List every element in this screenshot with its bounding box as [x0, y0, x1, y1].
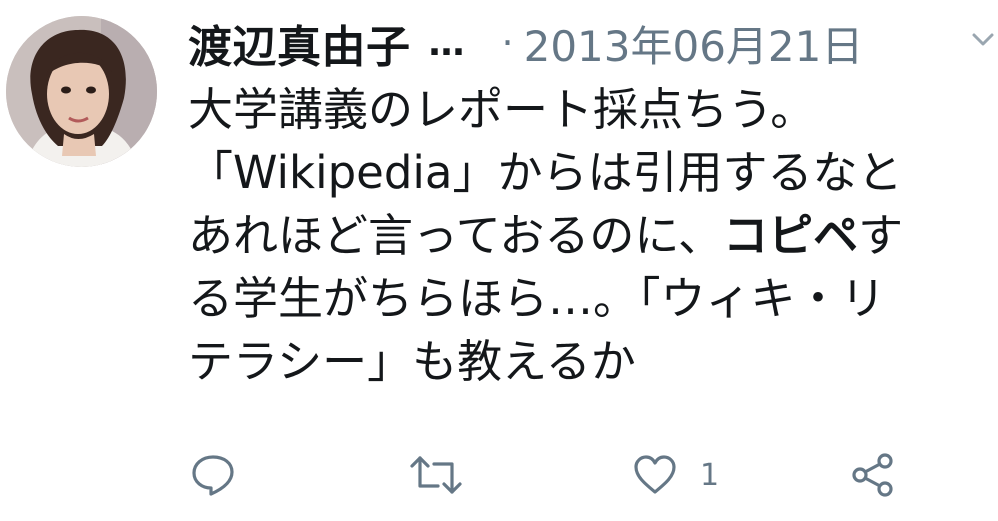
share-button[interactable] — [850, 440, 896, 510]
tweet-header: 渡辺真由子 … · 2013年06月21日 — [188, 8, 998, 78]
author-name[interactable]: 渡辺真由子 — [188, 11, 411, 75]
tweet-text-segment: あれほど言っておるのに、 — [188, 209, 724, 262]
tweet-text-line: 大学講義のレポート採点ちう。 — [188, 83, 816, 136]
share-icon — [852, 453, 893, 497]
author-truncation: … — [428, 22, 466, 64]
retweet-button[interactable] — [408, 440, 464, 510]
reply-button[interactable] — [190, 440, 236, 510]
tweet-card: 渡辺真由子 … · 2013年06月21日 大学講義のレポート採点ちう。 「Wi… — [0, 0, 998, 521]
chevron-down-icon[interactable] — [971, 30, 995, 50]
tweet-text-line: あれほど言っておるのに、コピペす — [188, 204, 998, 267]
retweet-icon — [410, 456, 462, 494]
avatar[interactable] — [6, 16, 157, 167]
reply-icon — [192, 455, 234, 496]
like-button[interactable]: 1 — [632, 440, 719, 510]
tweet-text-line: る学生がちらほら…。「ウィキ・リ — [188, 272, 886, 325]
tweet-text-bold-segment: コピペ — [723, 209, 859, 262]
tweet-actions: 1 — [0, 440, 998, 510]
separator: · — [501, 21, 514, 65]
tweet-text-line: 「Wikipedia」からは引用するなと — [188, 146, 903, 199]
tweet-text: 大学講義のレポート採点ちう。 「Wikipedia」からは引用するなと あれほど… — [188, 78, 998, 393]
heart-icon — [634, 455, 676, 494]
tweet-text-line: テラシー」も教えるか — [188, 335, 636, 388]
like-count: 1 — [700, 457, 720, 493]
tweet-date[interactable]: 2013年06月21日 — [524, 13, 864, 74]
tweet-text-segment: す — [858, 209, 904, 262]
